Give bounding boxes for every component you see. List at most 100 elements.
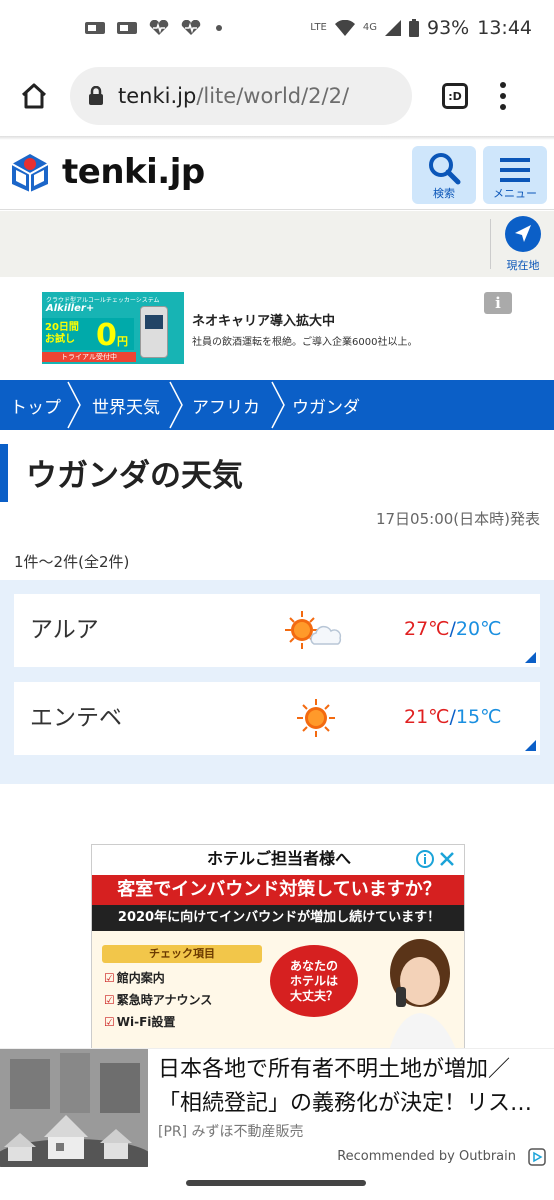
url-path: /lite/world/2/2/ — [196, 84, 350, 108]
outbrain-source: [PR] みずほ不動産販売 — [158, 1124, 304, 1140]
ad-banner-hotel[interactable]: ホテルご担当者様へ 客室でインバウンド対策していますか？ 2020年に向けてイン… — [91, 844, 465, 1054]
check-item: Wi-Fi設置 — [104, 1013, 176, 1030]
ad-red-headline: 客室でインバウンド対策していますか？ — [92, 875, 464, 905]
check-heading: チェック項目 — [102, 945, 262, 963]
breadcrumb: トップ 世界天気 アフリカ ウガンダ — [0, 380, 554, 430]
ad-black-headline: 2020年に向けてインバウンドが増加し続けています！ — [92, 905, 464, 931]
breadcrumb-label: トップ — [10, 397, 61, 418]
ad-info-icon[interactable]: i — [484, 292, 512, 314]
chevron-right-icon — [271, 381, 285, 429]
page-title-block: ウガンダの天気 — [0, 444, 554, 502]
ad-image-brand: Alkiller+ — [46, 303, 95, 314]
ad-info-icon[interactable] — [416, 850, 434, 868]
breadcrumb-item-africa[interactable]: アフリカ — [184, 380, 286, 430]
corner-arrow-icon — [525, 740, 536, 751]
tenki-logo-icon — [11, 154, 49, 192]
url-bar[interactable]: tenki.jp/lite/world/2/2/ — [70, 67, 412, 125]
gesture-nav-bar — [0, 1168, 554, 1200]
cell-signal-icon — [385, 20, 401, 36]
forecast-list: アルア 27℃/20℃ エンテベ 21℃/15℃ — [0, 580, 554, 784]
ad-zero-price: 0 — [96, 318, 117, 353]
sun-icon — [297, 699, 335, 737]
houses-image[interactable] — [0, 1049, 148, 1167]
outbrain-ad-choices-icon[interactable] — [528, 1148, 546, 1166]
breadcrumb-label: ウガンダ — [292, 397, 360, 418]
battery-percent: 93% — [427, 17, 470, 39]
more-menu-button[interactable] — [500, 82, 508, 110]
clock: 13:44 — [477, 17, 532, 39]
home-gesture-handle[interactable] — [186, 1180, 366, 1186]
location-label: 現在地 — [506, 259, 540, 272]
sun-cloud-icon — [285, 611, 342, 649]
current-location-button[interactable]: 現在地 — [500, 215, 546, 275]
ad-burst-callout: あなたの ホテルは 大丈夫？ — [270, 945, 358, 1017]
lock-icon — [89, 86, 103, 105]
menu-button[interactable]: メニュー — [483, 146, 547, 204]
alcohol-checker-device — [140, 306, 168, 358]
site-logo[interactable]: tenki.jp — [8, 150, 205, 194]
health-icon — [149, 20, 169, 35]
email-notification-icon — [85, 22, 105, 34]
max-temp: 21℃ — [404, 706, 450, 728]
ad-hotel-heading: ホテルご担当者様へ — [206, 849, 351, 868]
ad-trial-box: 20日間 お試し 0 円 — [42, 318, 134, 353]
title-accent-bar — [0, 444, 8, 502]
houses-illustration — [0, 1049, 148, 1167]
search-button[interactable]: 検索 — [412, 146, 476, 204]
ad-close-icon[interactable] — [438, 850, 456, 868]
breadcrumb-label: 世界天気 — [92, 397, 160, 418]
search-icon — [429, 153, 461, 185]
min-temp: 20℃ — [455, 618, 502, 640]
ad-yen: 円 — [117, 335, 128, 348]
check-item: 緊急時アナウンス — [104, 991, 213, 1008]
more-notifications-dot — [216, 25, 222, 31]
wifi-icon — [334, 20, 355, 36]
chevron-right-icon — [169, 381, 183, 429]
breadcrumb-item-world[interactable]: 世界天気 — [82, 380, 184, 430]
ad-description: 社員の飲酒運転を根絶。ご導入企業6000社以上。 — [192, 337, 418, 348]
breadcrumb-item-uganda: ウガンダ — [286, 380, 360, 430]
logo-text: tenki.jp — [62, 152, 205, 192]
list-item[interactable]: アルア 27℃/20℃ — [14, 594, 540, 667]
list-item[interactable]: エンテベ 21℃/15℃ — [14, 682, 540, 755]
outbrain-title-line: 日本各地で所有者不明土地が増加／ — [158, 1057, 511, 1082]
min-temp: 15℃ — [455, 706, 502, 728]
woman-on-phone-image — [388, 939, 458, 1053]
max-temp: 27℃ — [404, 618, 450, 640]
ad-title[interactable]: ネオキャリア導入拡大中 — [192, 310, 335, 329]
home-button[interactable] — [14, 76, 54, 116]
url-host: tenki.jp — [118, 84, 197, 108]
city-name: アルア — [30, 617, 99, 643]
city-name: エンテベ — [30, 705, 122, 731]
hamburger-icon — [500, 158, 530, 182]
ad-trial-bar: トライアル受付中 — [42, 352, 136, 362]
menu-label: メニュー — [493, 187, 537, 200]
check-item: 館内案内 — [104, 969, 165, 986]
ad-hotel-body: チェック項目 館内案内 緊急時アナウンス Wi-Fi設置 あなたの ホテルは 大… — [92, 931, 464, 1053]
issued-time: 17日05:00(日本時)発表 — [375, 510, 540, 528]
outbrain-credit[interactable]: Recommended by Outbrain — [337, 1149, 516, 1164]
home-icon — [21, 83, 47, 109]
location-strip: 現在地 — [0, 211, 554, 277]
signal-type: 4G — [362, 22, 377, 33]
result-count: 1件〜2件(全2件) — [14, 553, 130, 571]
status-bar: LTE 4G 93% 13:44 — [0, 0, 554, 56]
breadcrumb-item-top[interactable]: トップ — [0, 380, 82, 430]
browser-toolbar: tenki.jp/lite/world/2/2/ :D — [0, 56, 554, 136]
breadcrumb-label: アフリカ — [192, 397, 260, 418]
outbrain-title-line: 「相続登記」の義務化が決定！リス… — [158, 1091, 533, 1116]
notification-icons — [84, 20, 222, 36]
tab-switcher-button[interactable]: :D — [442, 83, 468, 109]
ad-banner-top[interactable]: クラウド型アルコールチェッカーシステム Alkiller+ 20日間 お試し 0… — [0, 278, 554, 378]
temperature: 27℃/20℃ — [404, 618, 501, 640]
ad-trial-days: 20日間 お試し — [45, 322, 79, 345]
page-title: ウガンダの天気 — [26, 458, 243, 494]
outbrain-recommendation[interactable]: 日本各地で所有者不明土地が増加／ 「相続登記」の義務化が決定！リス… [PR] … — [0, 1048, 554, 1168]
ad-image[interactable]: クラウド型アルコールチェッカーシステム Alkiller+ 20日間 お試し 0… — [42, 292, 184, 364]
temperature: 21℃/15℃ — [404, 706, 501, 728]
site-header: tenki.jp 検索 メニュー — [0, 140, 554, 210]
outbrain-title[interactable]: 日本各地で所有者不明土地が増加／ 「相続登記」の義務化が決定！リス… — [158, 1053, 550, 1121]
search-label: 検索 — [433, 187, 455, 200]
battery-icon — [409, 19, 419, 37]
divider — [490, 219, 491, 269]
